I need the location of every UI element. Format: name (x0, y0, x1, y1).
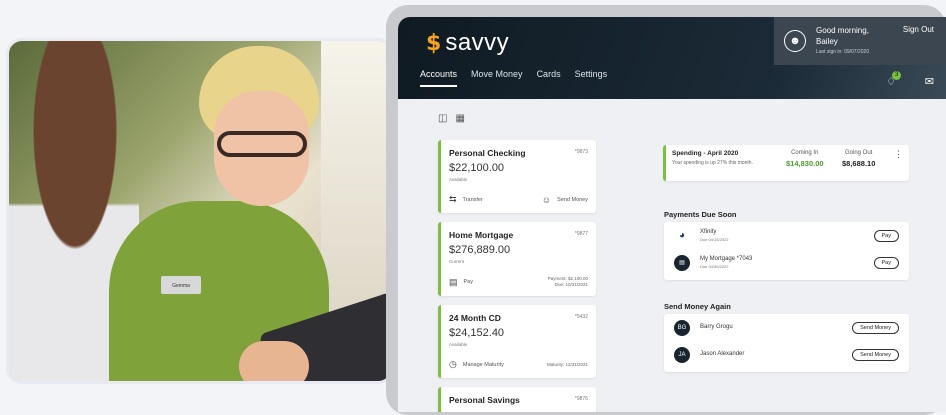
pay-label: Pay (463, 279, 473, 285)
payee-due: Due 04/30/2022 (700, 263, 729, 269)
account-card-mortgage[interactable]: Home Mortgage *9877 $276,889.00 Current … (438, 222, 596, 296)
account-card-cd[interactable]: 24 Month CD *5432 $24,152.40 Available ◷… (438, 305, 596, 378)
payment-due: Due: 10/31/2021 (554, 282, 588, 287)
send-money-button[interactable]: Send Money (852, 322, 899, 334)
send-money-button[interactable]: ☺ Send Money (542, 195, 588, 205)
nav-settings[interactable]: Settings (575, 69, 608, 87)
transfer-label: Transfer (462, 196, 483, 203)
send-money-button[interactable]: Send Money (852, 349, 899, 361)
glasses (217, 131, 307, 157)
main-nav: Accounts Move Money Cards Settings (420, 69, 607, 87)
greeting: Good morning, Bailey Last sign in: 09/07… (816, 25, 869, 58)
contact-row: JA Jason Alexander Send Money (664, 341, 909, 368)
lifestyle-photo: Gemma (6, 38, 394, 384)
account-name: Home Mortgage (449, 230, 514, 240)
account-number: *9873 (574, 149, 588, 155)
send-again-panel: BG Barry Grogu Send Money JA Jason Alexa… (664, 314, 909, 372)
spending-summary[interactable]: Spending - April 2020 Your spending is u… (663, 145, 909, 181)
account-card-checking[interactable]: Personal Checking *9873 $22,100.00 Avail… (438, 140, 596, 213)
coming-in-label: Coming In (791, 150, 819, 156)
payments-due-title: Payments Due Soon (664, 210, 737, 219)
transfer-button[interactable]: ⇆ Transfer (449, 194, 483, 205)
contact-name: Jason Alexander (700, 351, 745, 357)
app-screen: $ savvy Accounts Move Money Cards Settin… (398, 17, 946, 412)
nav-move-money[interactable]: Move Money (471, 69, 523, 87)
last-signin: Last sign in: 09/07/2020 (816, 48, 870, 55)
view-toggle: ◫ ▦ (438, 113, 465, 124)
account-number: *9876 (574, 396, 588, 402)
payments-panel: ◕ Xfinity Due 04/15/2022 Pay ▤ My Mortgag… (664, 222, 909, 280)
tablet-frame: $ savvy Accounts Move Money Cards Settin… (386, 5, 946, 415)
mortgage-icon: ▤ (674, 254, 690, 271)
pay-button[interactable]: Pay (873, 230, 899, 242)
send-money-again-title: Send Money Again (664, 302, 731, 311)
xfinity-icon: ◕ (674, 227, 690, 244)
contact-avatar: BG (674, 319, 690, 336)
account-balance: $276,889.00 (449, 244, 511, 256)
account-balance: $24,152.40 (449, 327, 505, 339)
payee-name: Xfinity (700, 228, 717, 235)
user-avatar-icon[interactable]: ☻ (784, 30, 806, 52)
contact-name: Barry Grogu (700, 324, 733, 330)
carousel-view-icon[interactable]: ◫ (438, 113, 447, 124)
user-name: Bailey (816, 36, 838, 46)
payment-row: ◕ Xfinity Due 04/15/2022 Pay (664, 222, 909, 249)
send-money-label: Send Money (557, 196, 588, 203)
more-options-icon[interactable]: ⋮ (894, 149, 903, 160)
payment-row: ▤ My Mortgage *7043 Due 04/30/2022 Pay (664, 249, 909, 276)
going-out-value: $8,688.10 (842, 159, 876, 168)
mail-icon[interactable]: ✉ (925, 75, 934, 88)
greeting-text: Good morning, (816, 25, 869, 35)
account-status: Available (449, 177, 468, 182)
logo-text: savvy (445, 29, 510, 56)
name-badge-text: Gemma (172, 283, 190, 289)
manage-maturity-label: Manage Maturity (462, 361, 504, 368)
bill-icon: ▤ (449, 276, 458, 287)
logo-icon: $ (426, 30, 442, 56)
account-name: 24 Month CD (449, 313, 501, 323)
maturity-date: Maturity: 12/31/2021 (546, 361, 588, 367)
notification-count: 3 (892, 71, 902, 80)
payee-name: My Mortgage *7043 (700, 255, 753, 262)
user-panel: ☻ Good morning, Bailey Last sign in: 09/… (774, 17, 946, 65)
pay-button[interactable]: Pay (873, 257, 899, 269)
transfer-icon: ⇆ (449, 194, 457, 204)
account-status: Current (449, 259, 465, 264)
account-name: Personal Checking (449, 148, 526, 158)
people-icon: ☺ (541, 194, 552, 205)
name-badge: Gemma (161, 276, 201, 294)
nav-cards[interactable]: Cards (537, 69, 561, 87)
going-out-label: Going Out (845, 150, 873, 156)
account-balance: $22,100.00 (449, 162, 505, 174)
account-name: Personal Savings (449, 395, 520, 405)
contact-row: BG Barry Grogu Send Money (664, 314, 909, 341)
payment-details: Payment: $2,100.00 Due: 10/31/2021 (548, 276, 588, 288)
coming-in-value: $14,830.00 (786, 159, 824, 168)
account-card-savings[interactable]: Personal Savings *9876 (438, 387, 596, 412)
clock-icon: ◷ (449, 359, 457, 369)
account-status: Available (449, 342, 468, 347)
pay-button[interactable]: ▤ Pay (449, 277, 473, 288)
manage-maturity-button[interactable]: ◷ Manage Maturity (449, 359, 504, 370)
nav-accounts[interactable]: Accounts (420, 69, 458, 87)
hand (239, 341, 309, 381)
account-number: *9877 (574, 231, 588, 237)
bell-icon[interactable]: ♢ 3 (886, 71, 902, 88)
contact-avatar: JA (674, 346, 690, 363)
account-number: *5432 (574, 314, 588, 320)
coming-in: Coming In $14,830.00 (786, 150, 824, 168)
header: $ savvy Accounts Move Money Cards Settin… (398, 17, 946, 99)
savvy-logo[interactable]: $ savvy (426, 29, 509, 57)
going-out: Going Out $8,688.10 (842, 150, 875, 168)
sign-out-link[interactable]: Sign Out (903, 25, 934, 34)
grid-view-icon[interactable]: ▦ (455, 113, 464, 124)
payee-due: Due 04/15/2022 (700, 236, 729, 242)
